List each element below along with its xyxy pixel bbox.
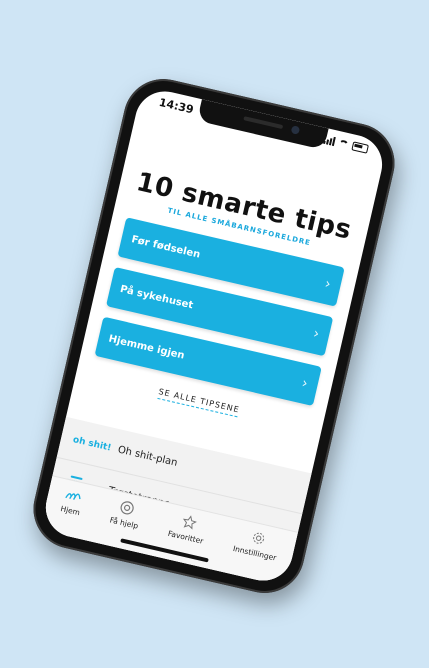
wifi-icon (338, 139, 350, 149)
chevron-right-icon: › (300, 375, 310, 393)
tab-settings[interactable]: Innstillinger (232, 525, 281, 563)
status-time: 14:39 (157, 95, 195, 117)
chevron-right-icon: › (323, 275, 333, 293)
speaker (243, 116, 284, 130)
tip-label: Før fødselen (130, 233, 202, 261)
camera (290, 125, 301, 135)
tab-label: Favoritter (167, 528, 205, 546)
tab-label: Hjem (59, 504, 81, 518)
oh-shit-logo: oh shit! (71, 434, 113, 454)
home-icon (64, 486, 83, 505)
stage: 14:39 10 smarte tips TIL ALLE SMÅBARNSFO… (0, 0, 429, 668)
tip-label: På sykehuset (119, 283, 195, 311)
tab-label: Få hjelp (108, 515, 140, 531)
gear-icon (249, 529, 268, 548)
tab-get-help[interactable]: Få hjelp (109, 497, 143, 531)
lifebuoy-icon (118, 498, 137, 517)
chevron-right-icon: › (311, 325, 321, 343)
phone-screen: 14:39 10 smarte tips TIL ALLE SMÅBARNSFO… (39, 85, 389, 587)
list-item-label: Oh shit-plan (116, 444, 179, 469)
tab-favorites[interactable]: Favoritter (167, 510, 208, 546)
tip-label: Hjemme igjen (107, 333, 186, 362)
tab-home[interactable]: Hjem (59, 486, 85, 518)
battery-icon (351, 141, 369, 154)
see-all-link[interactable]: SE ALLE TIPSENE (156, 387, 241, 418)
phone-device: 14:39 10 smarte tips TIL ALLE SMÅBARNSFO… (25, 71, 403, 601)
tab-label: Innstillinger (232, 543, 278, 563)
status-icons (323, 135, 369, 154)
star-icon (180, 513, 199, 532)
